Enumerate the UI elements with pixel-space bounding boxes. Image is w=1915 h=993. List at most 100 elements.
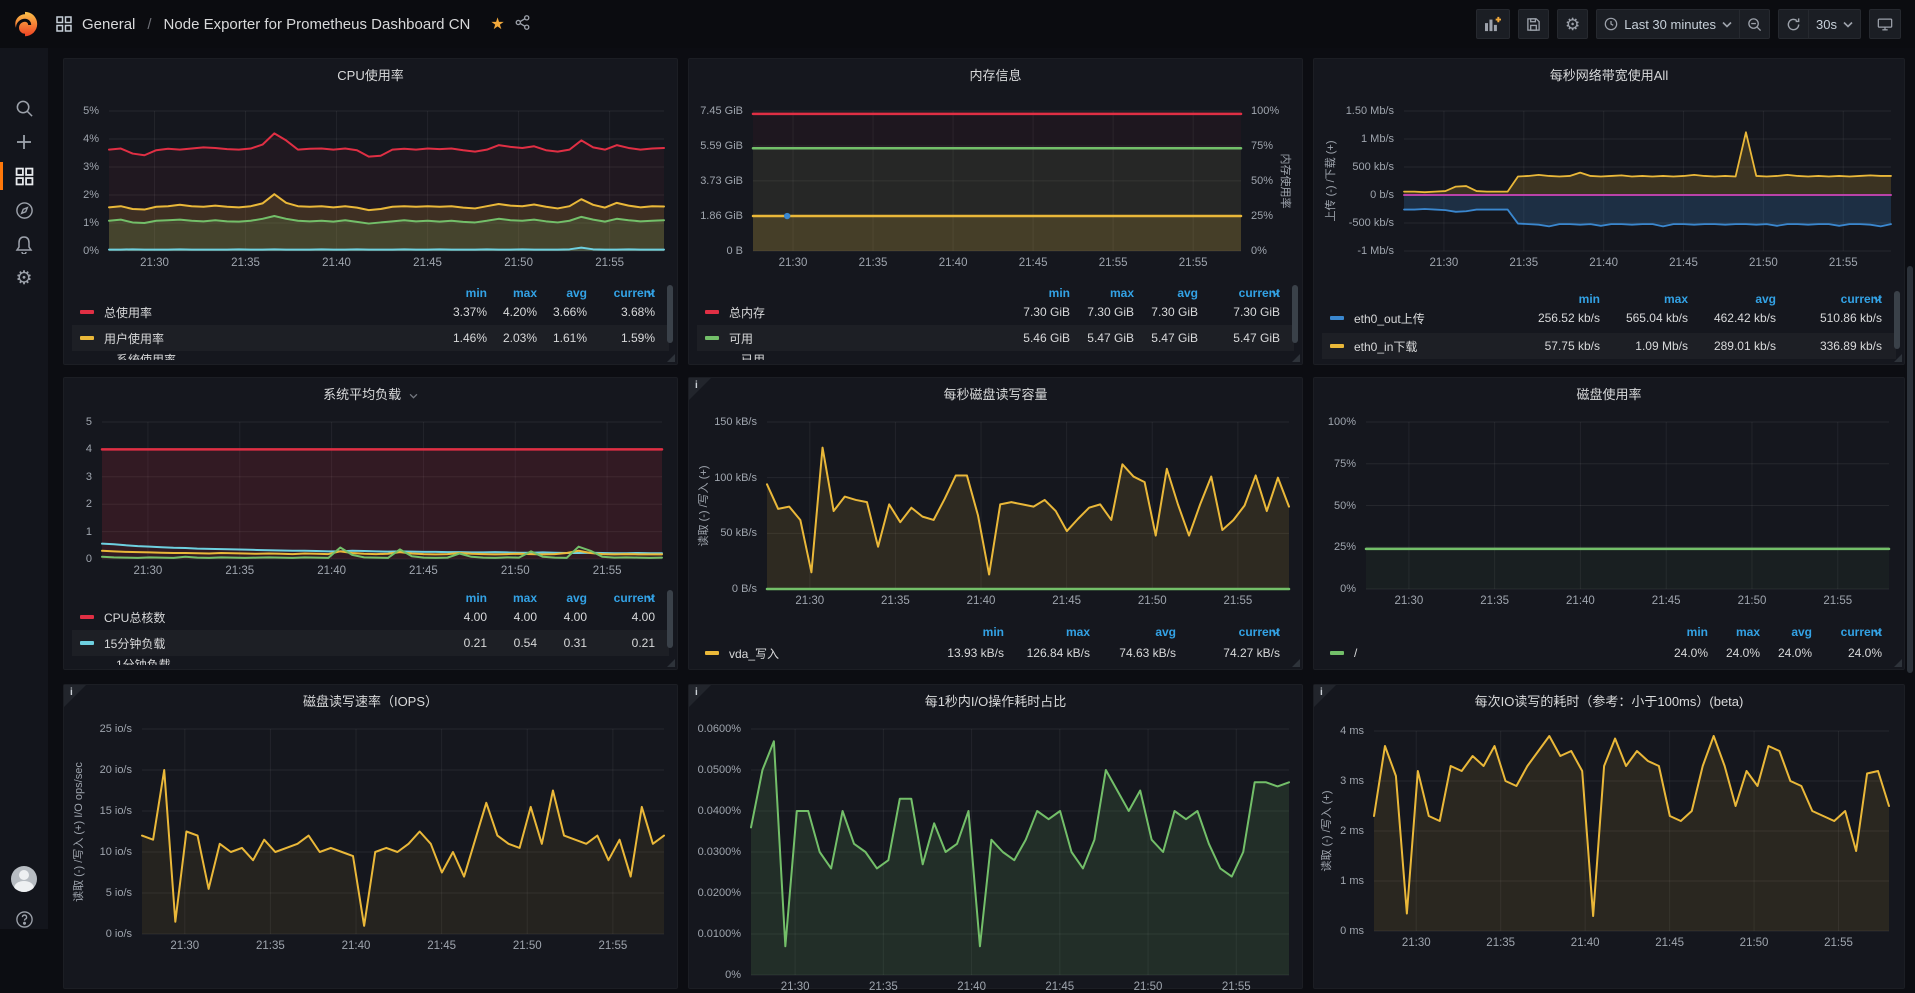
sidebar-item-search[interactable] (0, 92, 48, 124)
legend-col-max[interactable]: max (1708, 625, 1760, 639)
favorite-star-icon[interactable]: ★ (490, 14, 504, 34)
sort-caret-icon (646, 595, 655, 601)
legend-row-clipped[interactable]: 已用 (705, 351, 1286, 360)
legend-col-current[interactable]: current (1812, 625, 1882, 639)
refresh-interval-picker[interactable]: 30s (1809, 9, 1861, 39)
add-panel-button[interactable] (1476, 9, 1510, 39)
legend-col-min[interactable]: min (1006, 286, 1070, 300)
legend-series-label[interactable]: / (1354, 646, 1357, 660)
legend-col-avg[interactable]: avg (1090, 625, 1176, 639)
legend-col-min[interactable]: min (1512, 292, 1600, 306)
legend-series-label[interactable]: 15分钟负载 (104, 635, 165, 652)
y-tick-label: 100% (1328, 416, 1356, 428)
chart-plot[interactable] (767, 422, 1289, 589)
legend-col-max[interactable]: max (1070, 286, 1134, 300)
chart-plot[interactable] (1374, 731, 1889, 931)
legend-col-current[interactable]: current (1176, 625, 1280, 639)
dashboard-grid-icon[interactable] (56, 16, 72, 32)
legend-series-label[interactable]: CPU总核数 (104, 609, 165, 626)
time-range-picker[interactable]: Last 30 minutes (1596, 9, 1740, 39)
breadcrumb-section[interactable]: General (82, 16, 135, 33)
zoom-out-button[interactable] (1740, 9, 1770, 39)
chart-plot[interactable] (1366, 422, 1889, 589)
legend-col-max[interactable]: max (1004, 625, 1090, 639)
legend-col-avg[interactable]: avg (537, 286, 587, 300)
chart-canvas[interactable]: 100%75%50%25%0%21:3021:3521:4021:4521:50… (1314, 378, 1904, 669)
chart-canvas[interactable]: 54321021:3021:3521:4021:4521:5021:55minm… (64, 378, 677, 669)
chart-plot[interactable] (109, 111, 664, 251)
legend-col-avg[interactable]: avg (1760, 625, 1812, 639)
legend-col-current[interactable]: current (1776, 292, 1882, 306)
legend-series-label[interactable]: vda_写入 (729, 645, 779, 662)
legend-row-clipped[interactable]: 1分钟负载 (80, 656, 661, 665)
panel-resize-handle[interactable] (667, 354, 675, 362)
panel-resize-handle[interactable] (1894, 659, 1902, 667)
legend-row-clipped[interactable]: 系统使用率 (80, 351, 661, 360)
legend-series-label[interactable]: 用户使用率 (104, 330, 164, 347)
legend-col-avg[interactable]: avg (1688, 292, 1776, 306)
legend-col-current[interactable]: current (587, 286, 655, 300)
series-swatch[interactable] (80, 641, 94, 645)
share-icon[interactable] (515, 15, 530, 34)
legend-series-label[interactable]: 总内存 (729, 304, 765, 321)
legend-col-avg[interactable]: avg (1134, 286, 1198, 300)
panel-resize-handle[interactable] (1292, 659, 1300, 667)
legend-col-max[interactable]: max (487, 591, 537, 605)
chart-canvas[interactable]: 7.45 GiB5.59 GiB3.73 GiB1.86 GiB0 B100%7… (689, 59, 1302, 364)
chart-canvas[interactable]: 25 io/s20 io/s15 io/s10 io/s5 io/s0 io/s… (64, 685, 677, 988)
legend-col-min[interactable]: min (437, 286, 487, 300)
series-swatch[interactable] (705, 336, 719, 340)
chart-plot[interactable] (102, 422, 662, 559)
series-swatch[interactable] (705, 310, 719, 314)
legend-series-label[interactable]: 总使用率 (104, 304, 152, 321)
page-scrollbar[interactable] (1907, 266, 1913, 673)
chart-plot[interactable] (142, 729, 664, 934)
sidebar-item-configuration[interactable]: ⚙ (0, 262, 48, 294)
series-swatch[interactable] (80, 615, 94, 619)
chart-canvas[interactable]: 1.50 Mb/s1 Mb/s500 kb/s0 b/s-500 kb/s-1 … (1314, 59, 1904, 364)
legend-col-current[interactable]: current (587, 591, 655, 605)
legend-col-min[interactable]: min (437, 591, 487, 605)
sidebar-item-explore[interactable] (0, 194, 48, 226)
chart-canvas[interactable]: 4 ms3 ms2 ms1 ms0 ms21:3021:3521:4021:45… (1314, 685, 1904, 988)
refresh-button[interactable] (1778, 9, 1809, 39)
panel-resize-handle[interactable] (667, 659, 675, 667)
legend-col-current[interactable]: current (1198, 286, 1280, 300)
series-swatch[interactable] (1330, 651, 1344, 655)
sidebar-item-alerting[interactable] (0, 228, 48, 260)
chart-plot[interactable] (1404, 111, 1891, 251)
chart-canvas[interactable]: 150 kB/s100 kB/s50 kB/s0 B/s21:3021:3521… (689, 378, 1302, 669)
sidebar-item-dashboards[interactable] (0, 160, 48, 192)
legend-series-label[interactable]: 可用 (729, 330, 753, 347)
dashboard-settings-button[interactable]: ⚙ (1557, 9, 1588, 39)
series-swatch[interactable] (1330, 344, 1344, 348)
series-swatch[interactable] (80, 310, 94, 314)
legend-col-min[interactable]: min (1656, 625, 1708, 639)
grafana-logo-icon[interactable] (10, 9, 40, 39)
chart-plot[interactable] (753, 111, 1241, 251)
save-dashboard-button[interactable] (1518, 9, 1549, 39)
legend-col-max[interactable]: max (1600, 292, 1688, 306)
legend-scrollbar[interactable] (1894, 291, 1900, 349)
series-swatch[interactable] (705, 651, 719, 655)
panel-resize-handle[interactable] (1894, 354, 1902, 362)
dashboard-title[interactable]: Node Exporter for Prometheus Dashboard C… (164, 16, 471, 33)
tv-mode-button[interactable] (1869, 9, 1901, 39)
legend-scrollbar[interactable] (667, 590, 673, 648)
legend-series-label[interactable]: eth0_in下载 (1354, 338, 1417, 355)
legend-series-label[interactable]: eth0_out上传 (1354, 310, 1425, 327)
sidebar-item-help[interactable] (0, 903, 48, 935)
legend-col-max[interactable]: max (487, 286, 537, 300)
chart-canvas[interactable]: 5%4%3%2%1%0%21:3021:3521:4021:4521:5021:… (64, 59, 677, 364)
legend-scrollbar[interactable] (667, 285, 673, 343)
legend-col-avg[interactable]: avg (537, 591, 587, 605)
chart-canvas[interactable]: 0.0600%0.0500%0.0400%0.0300%0.0200%0.010… (689, 685, 1302, 988)
chart-plot[interactable] (751, 729, 1289, 975)
legend-col-min[interactable]: min (918, 625, 1004, 639)
legend-scrollbar[interactable] (1292, 285, 1298, 343)
series-swatch[interactable] (1330, 316, 1344, 320)
panel-resize-handle[interactable] (1292, 354, 1300, 362)
sidebar-item-create[interactable] (0, 126, 48, 158)
series-swatch[interactable] (80, 336, 94, 340)
sidebar-item-profile[interactable] (0, 863, 48, 895)
